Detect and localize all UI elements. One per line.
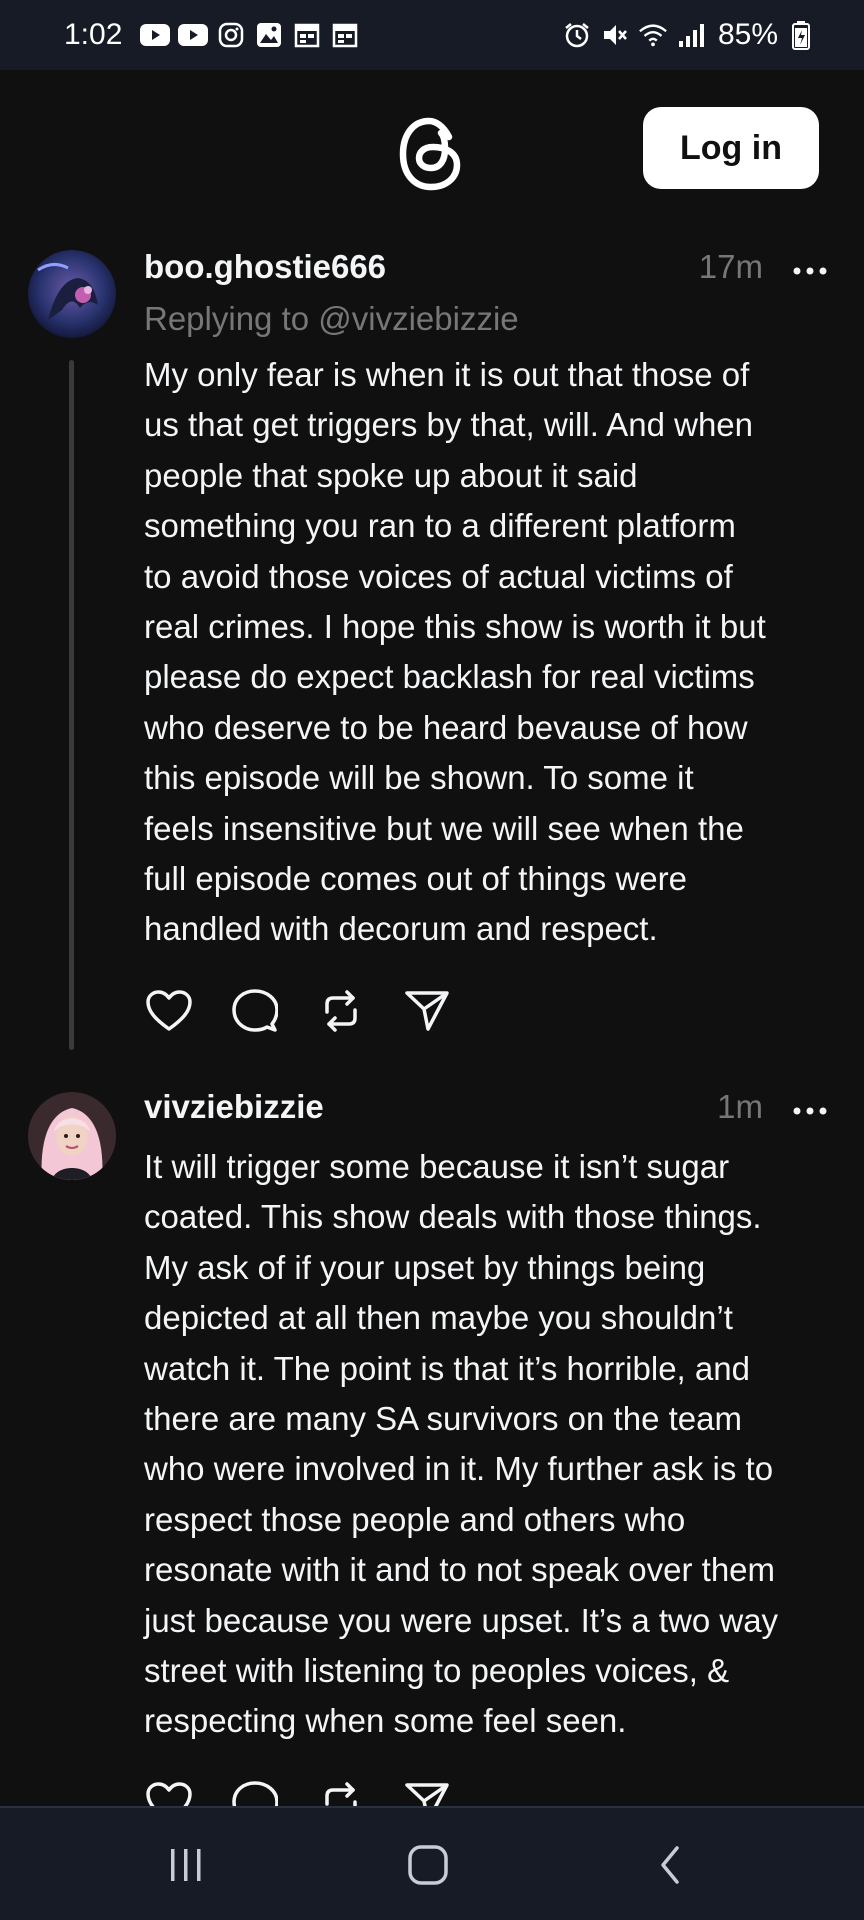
instagram-icon [216, 20, 246, 50]
post-text-line: there are many SA survivors on the team [144, 1400, 742, 1438]
gallery-icon [254, 20, 284, 50]
post-body: My only fear is when it is out that thos… [144, 350, 844, 955]
status-bar-left: 1:02 [64, 18, 360, 52]
post-text-line: this episode will be shown. To some it [144, 759, 694, 797]
app-header: Log in [0, 70, 864, 230]
post-text-line: to avoid those voices of actual victims … [144, 557, 733, 595]
post-text-line: respect those people and others who [144, 1500, 686, 1538]
post-text-line: It will trigger some because it isn’t su… [144, 1148, 730, 1185]
post-text-line: feels insensitive but we will see when t… [144, 809, 744, 847]
post-text-line: full episode comes out of things were [144, 860, 687, 898]
battery-icon [786, 20, 816, 50]
post-text-line: coated. This show deals with those thing… [144, 1198, 762, 1236]
post-text-line: us that get triggers by that, will. And … [144, 406, 754, 444]
home-icon[interactable] [398, 1838, 458, 1892]
like-icon[interactable] [144, 986, 194, 1036]
signal-icon [676, 20, 706, 50]
status-bar-right: 85% [562, 18, 816, 52]
system-navigation-bar [0, 1806, 864, 1920]
post-text-line: something you ran to a different platfor… [144, 507, 736, 545]
post-text-line: respecting when some feel seen. [144, 1702, 627, 1740]
share-icon[interactable] [402, 986, 452, 1036]
post-username[interactable]: vivziebizzie [144, 1088, 324, 1126]
avatar[interactable] [28, 250, 116, 338]
battery-level: 85% [717, 18, 778, 51]
post-reply: vivziebizzie 1m It will trigger some bec… [0, 1068, 864, 1824]
back-icon[interactable] [640, 1838, 700, 1892]
post-timestamp: 1m [717, 1088, 763, 1125]
avatar[interactable] [28, 1092, 116, 1180]
youtube-icon [178, 20, 209, 50]
post-text-line: street with listening to peoples voices,… [144, 1652, 730, 1690]
post-reply: boo.ghostie666 17m Replying to @vivziebi… [0, 230, 864, 1070]
post-text-line: depicted at all then maybe you shouldn’t [144, 1299, 733, 1337]
post-text-line: please do expect backlash for real victi… [144, 658, 755, 696]
threads-logo-icon[interactable] [395, 115, 467, 193]
status-bar: 1:02 85% [0, 0, 864, 70]
post-text-line: handled with decorum and respect. [144, 910, 658, 948]
post-text-line: My only fear is when it is out that thos… [144, 356, 750, 393]
comment-icon[interactable] [230, 986, 280, 1036]
more-options-icon[interactable] [792, 1104, 828, 1118]
post-text-line: real crimes. I hope this show is worth i… [144, 608, 766, 646]
mute-icon [600, 20, 630, 50]
repost-icon[interactable] [316, 986, 366, 1036]
post-text-line: people that spoke up about it said [144, 456, 638, 494]
post-text-line: watch it. The point is that it’s horribl… [144, 1349, 750, 1387]
calendar-icon [330, 20, 360, 50]
thread-line [69, 360, 74, 1050]
post-body: It will trigger some because it isn’t su… [144, 1142, 844, 1747]
login-button[interactable]: Log in [643, 107, 819, 189]
post-actions [144, 986, 452, 1036]
status-time: 1:02 [64, 18, 123, 51]
wifi-icon [638, 20, 668, 50]
post-timestamp: 17m [698, 248, 763, 285]
replying-to-label[interactable]: Replying to @vivziebizzie [144, 300, 519, 338]
post-text-line: who were involved in it. My further ask … [144, 1450, 774, 1488]
post-text-line: My ask of if your upset by things being [144, 1248, 706, 1286]
post-username[interactable]: boo.ghostie666 [144, 248, 386, 286]
alarm-icon [562, 20, 592, 50]
more-options-icon[interactable] [792, 264, 828, 278]
post-text-line: just because you were upset. It’s a two … [144, 1601, 779, 1639]
post-text-line: who deserve to be heard bevause of how [144, 708, 748, 746]
youtube-icon [140, 20, 171, 50]
recents-icon[interactable] [156, 1838, 216, 1892]
calendar-icon [292, 20, 322, 50]
post-text-line: resonate with it and to not speak over t… [144, 1551, 776, 1589]
